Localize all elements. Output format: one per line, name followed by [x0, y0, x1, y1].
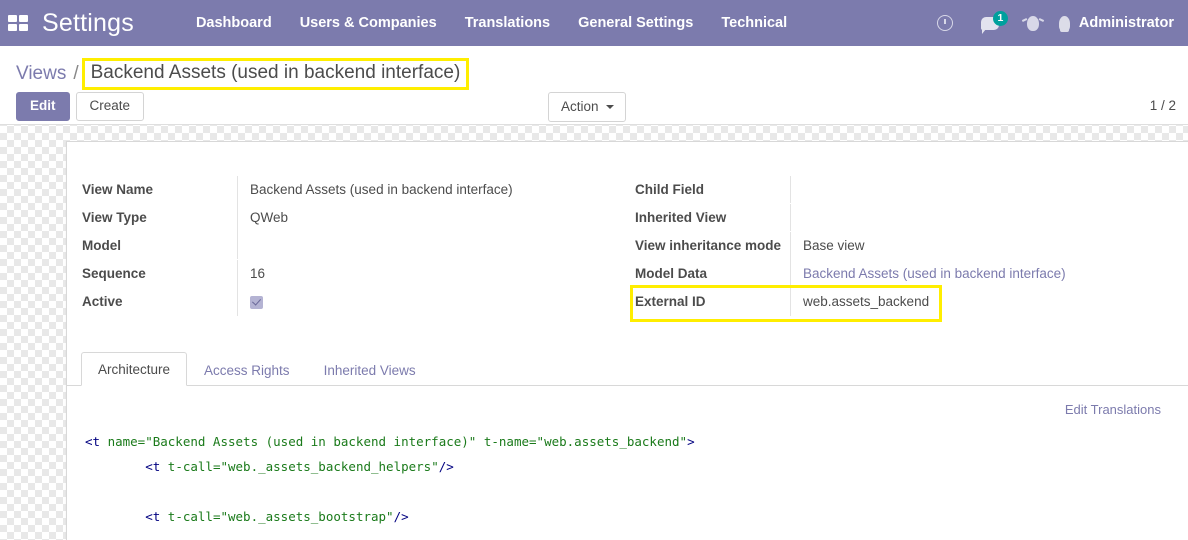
form-sheet: View Name Backend Assets (used in backen… — [66, 141, 1188, 540]
breadcrumb: Views / Backend Assets (used in backend … — [16, 58, 469, 90]
breadcrumb-separator: / — [73, 63, 78, 85]
tab-access-rights[interactable]: Access Rights — [187, 353, 307, 386]
notebook-tabs: Architecture Access Rights Inherited Vie… — [67, 352, 1188, 386]
field-row-model: Model — [82, 232, 623, 260]
form-fields-grid: View Name Backend Assets (used in backen… — [67, 142, 1188, 316]
messages-count-badge: 1 — [993, 11, 1008, 26]
breadcrumb-current-record: Backend Assets (used in backend interfac… — [82, 58, 470, 90]
record-buttons: Edit Create — [16, 92, 144, 121]
field-label-active: Active — [82, 288, 237, 316]
code-attribute-token: name="Backend Assets (used in backend in… — [108, 434, 687, 449]
menu-item-general-settings[interactable]: General Settings — [564, 0, 707, 46]
code-tag-token: > — [687, 434, 695, 449]
field-value-external-id: web.assets_backend — [790, 288, 1179, 316]
top-navbar: Settings Dashboard Users & Companies Tra… — [0, 0, 1188, 46]
code-line — [85, 529, 1188, 540]
code-line: <t t-call="web._assets_bootstrap"/> — [85, 504, 1188, 529]
create-button[interactable]: Create — [76, 92, 145, 121]
field-value-model — [237, 232, 623, 259]
chevron-down-icon — [606, 105, 614, 109]
field-label-view-name: View Name — [82, 176, 237, 204]
field-row-view-name: View Name Backend Assets (used in backen… — [82, 176, 623, 204]
user-menu[interactable]: Administrator — [1053, 0, 1188, 46]
field-label-model: Model — [82, 232, 237, 260]
field-value-active — [237, 288, 623, 316]
field-value-child-field — [790, 176, 1179, 203]
field-label-external-id: External ID — [635, 288, 790, 316]
field-row-active: Active — [82, 288, 623, 316]
navbar-right-tools: 1 Administrator — [923, 0, 1188, 46]
field-value-view-name: Backend Assets (used in backend interfac… — [237, 176, 623, 204]
help-clock-icon[interactable] — [923, 0, 967, 46]
field-row-view-type: View Type QWeb — [82, 204, 623, 232]
field-label-model-data: Model Data — [635, 260, 790, 288]
code-line — [85, 479, 1188, 504]
field-row-view-inheritance-mode: View inheritance mode Base view — [635, 232, 1179, 260]
tab-inherited-views[interactable]: Inherited Views — [307, 353, 433, 386]
field-row-inherited-view: Inherited View — [635, 204, 1179, 232]
menu-item-technical[interactable]: Technical — [707, 0, 801, 46]
code-tag-token: /> — [394, 509, 409, 524]
field-label-sequence: Sequence — [82, 260, 237, 288]
field-row-sequence: Sequence 16 — [82, 260, 623, 288]
code-tag-token: <t — [85, 459, 168, 474]
field-label-view-type: View Type — [82, 204, 237, 232]
main-menu: Dashboard Users & Companies Translations… — [182, 0, 801, 46]
menu-item-dashboard[interactable]: Dashboard — [182, 0, 286, 46]
menu-item-translations[interactable]: Translations — [451, 0, 564, 46]
field-value-model-data[interactable]: Backend Assets (used in backend interfac… — [790, 260, 1179, 288]
edit-translations-link[interactable]: Edit Translations — [81, 400, 1188, 417]
field-row-model-data: Model Data Backend Assets (used in backe… — [635, 260, 1179, 288]
messages-button[interactable]: 1 — [967, 0, 1013, 46]
code-attribute-token: t-call="web._assets_backend_helpers" — [168, 459, 439, 474]
architecture-panel: Edit Translations <t name="Backend Asset… — [67, 386, 1188, 540]
form-column-left: View Name Backend Assets (used in backen… — [67, 176, 623, 316]
code-tag-token: /> — [439, 459, 454, 474]
action-dropdown-button[interactable]: Action — [548, 92, 626, 122]
clock-icon — [937, 15, 953, 31]
page-root: Settings Dashboard Users & Companies Tra… — [0, 0, 1188, 540]
field-row-external-id: External ID web.assets_backend — [635, 288, 1179, 316]
code-attribute-token: t-call="web._assets_bootstrap" — [168, 509, 394, 524]
field-label-child-field: Child Field — [635, 176, 790, 204]
user-avatar-icon — [1059, 16, 1070, 31]
bug-icon — [1027, 16, 1039, 31]
breadcrumb-parent-views[interactable]: Views — [16, 63, 66, 85]
debug-bug-button[interactable] — [1013, 0, 1053, 46]
field-label-inherited-view: Inherited View — [635, 204, 790, 232]
field-value-view-inheritance-mode: Base view — [790, 232, 1179, 260]
control-panel: Views / Backend Assets (used in backend … — [0, 46, 1188, 125]
record-pager[interactable]: 1 / 2 — [1150, 98, 1176, 113]
arch-code-view[interactable]: <t name="Backend Assets (used in backend… — [81, 429, 1188, 540]
code-line: <t name="Backend Assets (used in backend… — [85, 429, 1188, 454]
user-name-label: Administrator — [1079, 15, 1174, 31]
code-tag-token: <t — [85, 509, 168, 524]
code-line: <t t-call="web._assets_backend_helpers"/… — [85, 454, 1188, 479]
edit-button[interactable]: Edit — [16, 92, 70, 121]
action-dropdown-label: Action — [561, 99, 599, 114]
field-value-inherited-view — [790, 204, 1179, 231]
apps-grid-icon[interactable] — [8, 15, 30, 31]
tab-architecture[interactable]: Architecture — [81, 352, 187, 386]
field-row-child-field: Child Field — [635, 176, 1179, 204]
app-brand-title[interactable]: Settings — [36, 9, 144, 38]
form-column-right: Child Field Inherited View View inherita… — [623, 176, 1179, 316]
menu-item-users-companies[interactable]: Users & Companies — [286, 0, 451, 46]
active-checkbox[interactable] — [250, 296, 263, 309]
code-tag-token: <t — [85, 434, 108, 449]
field-value-view-type: QWeb — [237, 204, 623, 232]
field-value-sequence: 16 — [237, 260, 623, 288]
field-label-view-inheritance-mode: View inheritance mode — [635, 232, 790, 260]
